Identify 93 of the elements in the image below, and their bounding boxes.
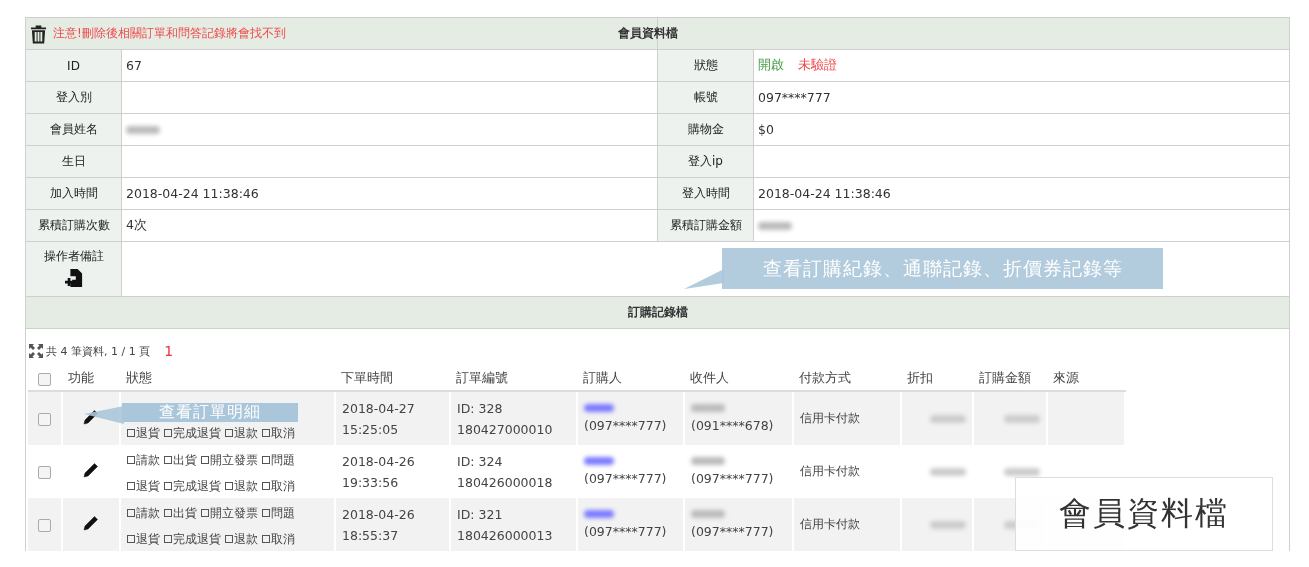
redacted-mark xyxy=(584,457,614,465)
field-value: 67 xyxy=(126,58,142,73)
row-checkbox[interactable] xyxy=(38,519,51,532)
field-value: 4次 xyxy=(126,217,147,232)
redacted-mark xyxy=(691,404,725,412)
redacted-mark xyxy=(1004,468,1040,476)
redacted-mark xyxy=(691,457,725,465)
field-label: 登入時間 xyxy=(657,177,754,210)
order-date: 2018-04-26 xyxy=(342,506,416,522)
status-tag: 開啟 xyxy=(758,57,784,72)
order-time: 19:33:56 xyxy=(342,474,400,490)
redacted-mark xyxy=(584,510,614,518)
tooltip-tail-icon xyxy=(84,406,124,426)
status-checkbox[interactable]: 請款 xyxy=(127,504,160,521)
status-checkbox[interactable]: 問題 xyxy=(262,451,295,468)
field-label: 累積訂購次數 xyxy=(25,209,122,242)
buyer-phone: (097****777) xyxy=(584,418,668,433)
add-file-icon[interactable] xyxy=(64,268,83,288)
page-link[interactable]: 1 xyxy=(164,343,174,359)
row-checkbox[interactable] xyxy=(38,413,51,426)
status-checkbox[interactable]: 退款 xyxy=(225,477,258,494)
buyer-phone: (097****777) xyxy=(584,524,668,539)
field-label: 會員姓名 xyxy=(25,113,122,146)
warning-text: 注意!刪除後相關訂單和問答記錄將會找不到 xyxy=(53,25,286,42)
status-checkbox[interactable]: 退貨 xyxy=(127,424,160,441)
order-number: 180427000010 xyxy=(457,421,554,437)
status-checkbox[interactable]: 退款 xyxy=(225,424,258,441)
note-label: 操作者備註 xyxy=(42,248,105,265)
receiver-phone: (091****678) xyxy=(691,418,775,433)
field-value: 097****777 xyxy=(758,90,831,105)
status-checkbox[interactable]: 取消 xyxy=(262,530,295,547)
redacted-mark xyxy=(930,468,966,476)
section-title: 會員資料檔 xyxy=(618,26,678,40)
field-label: ID xyxy=(25,49,122,82)
receiver-phone: (097****777) xyxy=(691,471,775,486)
order-number: 180426000018 xyxy=(457,474,554,490)
field-label: 生日 xyxy=(25,145,122,178)
pencil-icon[interactable] xyxy=(83,515,99,531)
buyer-phone: (097****777) xyxy=(584,471,668,486)
status-checkbox[interactable]: 請款 xyxy=(127,451,160,468)
field-label: 狀態 xyxy=(657,49,754,82)
status-checkbox[interactable]: 完成退貨 xyxy=(164,477,221,494)
caption-label: 會員資料檔 xyxy=(1015,477,1273,551)
status-checkbox[interactable]: 取消 xyxy=(262,477,295,494)
status-tag: 未驗證 xyxy=(798,57,837,72)
order-time: 15:25:05 xyxy=(342,421,400,437)
field-label: 登入別 xyxy=(25,81,122,114)
status-checkbox[interactable]: 取消 xyxy=(262,424,295,441)
status-checkbox[interactable]: 退貨 xyxy=(127,477,160,494)
status-checkbox[interactable]: 完成退貨 xyxy=(164,530,221,547)
status-checkbox[interactable]: 開立發票 xyxy=(201,451,258,468)
tooltip-tail-icon xyxy=(684,269,724,289)
field-label: 加入時間 xyxy=(25,177,122,210)
receiver-phone: (097****777) xyxy=(691,524,775,539)
pencil-icon[interactable] xyxy=(83,462,99,478)
status-checkbox[interactable]: 完成退貨 xyxy=(164,424,221,441)
status-checkbox[interactable]: 退款 xyxy=(225,530,258,547)
redacted-mark xyxy=(930,521,966,529)
order-date: 2018-04-26 xyxy=(342,453,416,469)
redacted-mark xyxy=(930,415,966,423)
redacted-mark xyxy=(584,404,614,412)
redacted-mark xyxy=(126,126,160,134)
payment-method: 信用卡付款 xyxy=(800,411,860,425)
hint-tooltip: 查看訂購紀錄、通聯記錄、折價券記錄等 xyxy=(722,248,1163,289)
status-checkbox[interactable]: 出貨 xyxy=(164,504,197,521)
section-title: 訂購記錄檔 xyxy=(627,305,688,319)
status-checkbox[interactable]: 開立發票 xyxy=(201,504,258,521)
redacted-mark xyxy=(1004,415,1040,423)
field-label: 購物金 xyxy=(657,113,754,146)
order-number: 180426000013 xyxy=(457,527,554,543)
field-label: 累積訂購金額 xyxy=(657,209,754,242)
order-date: 2018-04-27 xyxy=(342,400,416,416)
order-id: ID: 328 xyxy=(457,400,504,416)
status-checkbox[interactable]: 問題 xyxy=(262,504,295,521)
order-id: ID: 321 xyxy=(457,506,504,522)
payment-method: 信用卡付款 xyxy=(800,517,860,531)
field-value: 2018-04-24 11:38:46 xyxy=(758,186,891,201)
status-checkbox[interactable]: 出貨 xyxy=(164,451,197,468)
order-id: ID: 324 xyxy=(457,453,504,469)
redacted-mark xyxy=(691,510,725,518)
record-count: 共 4 筆資料, 1 / 1 頁 xyxy=(46,343,151,359)
field-value: 2018-04-24 11:38:46 xyxy=(126,186,259,201)
order-time: 18:55:37 xyxy=(342,527,400,543)
redacted-mark xyxy=(758,222,792,230)
field-value: $0 xyxy=(758,122,774,137)
field-label: 帳號 xyxy=(657,81,754,114)
trash-icon[interactable] xyxy=(30,23,47,44)
field-label: 登入ip xyxy=(657,145,754,178)
payment-method: 信用卡付款 xyxy=(800,464,860,478)
status-checkbox[interactable]: 退貨 xyxy=(127,530,160,547)
select-all-checkbox[interactable] xyxy=(38,372,51,386)
expand-icon[interactable] xyxy=(28,343,44,359)
row-checkbox[interactable] xyxy=(38,466,51,479)
